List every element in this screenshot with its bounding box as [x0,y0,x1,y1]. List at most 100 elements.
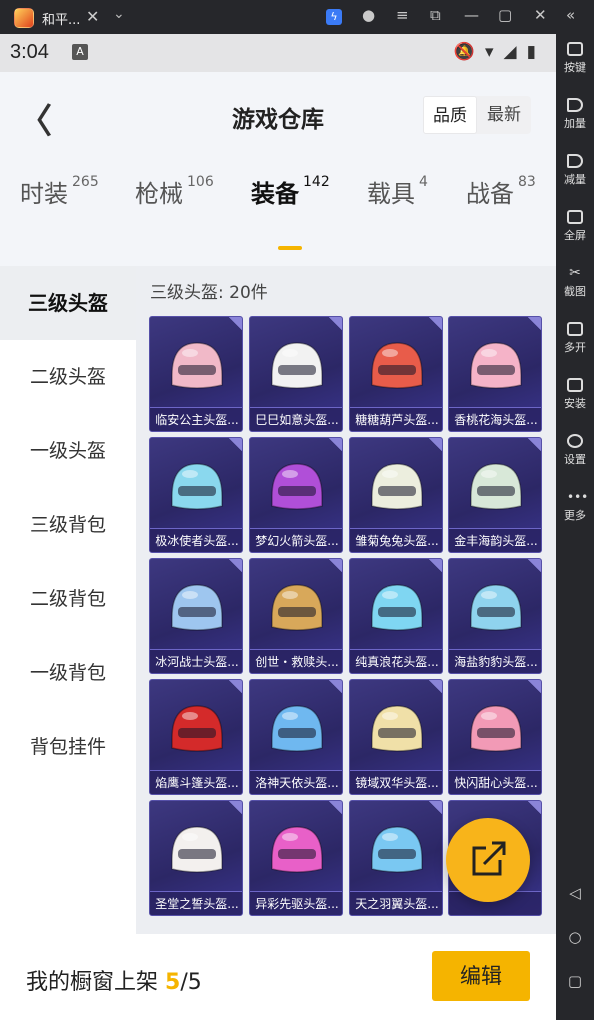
collapse-icon[interactable]: « [566,6,575,24]
helmet-icon [371,826,423,873]
item-name: 金丰海韵头盔... [449,528,541,552]
item-card[interactable]: 纯真浪花头盔... [349,558,443,674]
bolt-icon[interactable]: ϟ [326,6,342,25]
item-card[interactable]: 梦幻火箭头盔... [249,437,343,553]
emulator-title-bar: 和平... ✕ ⌄ ϟ ● ≡ ⧉ — ▢ ✕ « [0,0,594,34]
sort-quality-button[interactable]: 品质 [423,96,477,134]
item-card[interactable]: 冰河战士头盔... [149,558,243,674]
tab-close-icon[interactable]: ✕ [86,7,99,26]
nav-recents-icon[interactable]: ▢ [556,972,594,990]
restore-icon[interactable]: ⧉ [430,6,441,24]
tab-equipment[interactable]: 装备 142 [251,174,330,209]
helmet-icon [470,705,522,752]
helmet-icon [171,705,223,752]
helmet-icon [371,342,423,389]
helmet-icon [171,463,223,510]
item-name: 洛神天依头盔... [250,770,342,794]
item-card[interactable]: 异彩先驱头盔... [249,800,343,916]
tab-guns[interactable]: 枪械 106 [135,174,214,209]
item-card[interactable]: 巳巳如意头盔... [249,316,343,432]
item-card[interactable]: 焰鹰斗篷头盔... [149,679,243,795]
settings-icon[interactable]: 设置 [556,434,594,467]
helmet-icon [371,584,423,631]
subcategory-level1-helmet[interactable]: 一级头盔 [0,414,136,488]
user-icon[interactable]: ● [362,6,375,24]
multi-instance-icon[interactable]: 多开 [556,322,594,355]
tab-fashion[interactable]: 时装 265 [20,174,99,209]
item-name: 冰河战士头盔... [150,649,242,673]
app-icon [14,8,34,28]
helmet-icon [271,342,323,389]
phone-screen: 3:04 A 🔕▾◢▮ 〈 游戏仓库 品质 最新 时装 265 枪械 106 装备 1… [0,34,556,1020]
item-card[interactable]: 香桃花海头盔... [448,316,542,432]
subcategory-level2-backpack[interactable]: 二级背包 [0,562,136,636]
page-header: 〈 游戏仓库 品质 最新 [0,72,556,158]
item-name: 香桃花海头盔... [449,407,541,431]
subcategory-list: 三级头盔 二级头盔 一级头盔 三级背包 二级背包 一级背包 背包挂件 [0,266,136,966]
chevron-down-icon[interactable]: ⌄ [113,6,125,22]
nav-back-icon[interactable]: ◁ [556,884,594,902]
subcategory-level2-helmet[interactable]: 二级头盔 [0,340,136,414]
subcategory-level1-backpack[interactable]: 一级背包 [0,636,136,710]
helmet-icon [271,463,323,510]
item-card[interactable]: 雏菊兔兔头盔... [349,437,443,553]
item-name: 焰鹰斗篷头盔... [150,770,242,794]
item-card[interactable]: 海盐豹豹头盔... [448,558,542,674]
scissors-icon[interactable]: ✂ 截图 [556,266,594,299]
item-name: 糖糖葫芦头盔... [350,407,442,431]
category-tabs: 时装 265 枪械 106 装备 142 载具 4 战备 83 [0,174,556,230]
item-name: 纯真浪花头盔... [350,649,442,673]
apk-icon[interactable]: 安装 [556,378,594,411]
menu-icon[interactable]: ≡ [396,6,409,24]
subcategory-level3-helmet[interactable]: 三级头盔 [0,266,136,340]
item-name: 极冰使者头盔... [150,528,242,552]
item-name: 镜域双华头盔... [350,770,442,794]
fullscreen-icon[interactable]: 全屏 [556,210,594,243]
item-card[interactable]: 洛神天依头盔... [249,679,343,795]
more-icon[interactable]: ••• 更多 [556,490,594,523]
helmet-icon [271,584,323,631]
item-card[interactable]: 糖糖葫芦头盔... [349,316,443,432]
tab-vehicles[interactable]: 载具 4 [367,174,428,209]
helmet-icon [470,584,522,631]
item-name: 异彩先驱头盔... [250,891,342,915]
sort-newest-button[interactable]: 最新 [477,96,531,134]
subcategory-backpack-charm[interactable]: 背包挂件 [0,710,136,784]
keyboard-icon[interactable]: 按键 [556,42,594,75]
helmet-icon [171,826,223,873]
status-icons: 🔕▾◢▮ [453,42,546,62]
item-card[interactable]: 圣堂之誓头盔... [149,800,243,916]
nav-home-icon[interactable]: ○ [556,928,594,946]
emulator-sidebar: 按键 加量 减量 全屏 ✂ 截图 多开 安装 设置 ••• 更多 ◁ ○ ▢ [556,34,594,1020]
status-badge: A [72,44,88,60]
item-card[interactable]: 天之羽翼头盔... [349,800,443,916]
minimize-icon[interactable]: — [464,6,479,24]
section-title: 三级头盔: 20件 [150,283,268,303]
android-status-bar: 3:04 A 🔕▾◢▮ [0,34,556,72]
volume-down-icon[interactable]: 减量 [556,154,594,187]
helmet-icon [171,584,223,631]
item-card[interactable]: 快闪甜心头盔... [448,679,542,795]
tab-gear[interactable]: 战备 83 [466,174,536,209]
item-card[interactable]: 金丰海韵头盔... [448,437,542,553]
app-tab-title[interactable]: 和平... [42,9,80,28]
item-name: 海盐豹豹头盔... [449,649,541,673]
item-card[interactable]: 镜域双华头盔... [349,679,443,795]
close-icon[interactable]: ✕ [534,6,547,24]
item-name: 创世・救赎头... [250,649,342,673]
helmet-icon [271,826,323,873]
subcategory-level3-backpack[interactable]: 三级背包 [0,488,136,562]
shelf-status: 我的橱窗上架 5/5 [26,970,202,995]
item-name: 巳巳如意头盔... [250,407,342,431]
volume-up-icon[interactable]: 加量 [556,98,594,131]
item-card[interactable]: 极冰使者头盔... [149,437,243,553]
item-name: 临安公主头盔... [150,407,242,431]
share-out-icon [472,840,508,876]
share-out-button[interactable] [446,818,530,902]
maximize-icon[interactable]: ▢ [498,6,512,24]
item-card[interactable]: 创世・救赎头... [249,558,343,674]
edit-button[interactable]: 编辑 [432,951,530,1001]
sort-toggle: 品质 最新 [423,96,531,134]
item-card[interactable]: 临安公主头盔... [149,316,243,432]
item-name: 圣堂之誓头盔... [150,891,242,915]
